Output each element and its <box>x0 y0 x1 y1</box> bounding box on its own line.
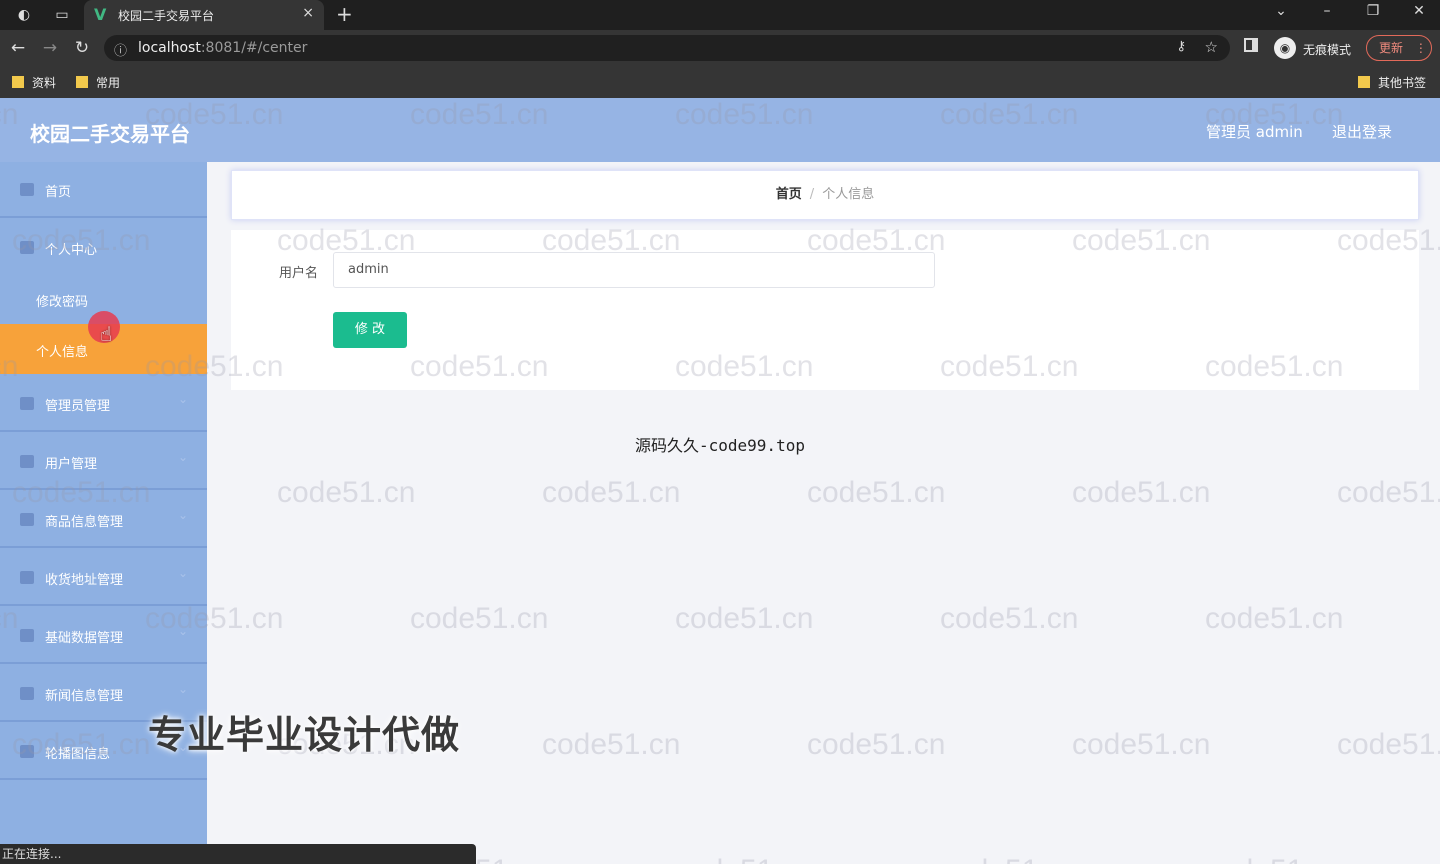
sidebar-item-address-management[interactable]: 收货地址管理 ⌄ <box>0 550 207 606</box>
app-root: 校园二手交易平台 管理员 admin 退出登录 首页 个人中心 修改密码 个人信… <box>0 98 1440 864</box>
browser-tab[interactable]: V 校园二手交易平台 × <box>84 0 324 30</box>
browser-logo-icon[interactable]: ◐ <box>14 5 34 25</box>
side-panel-icon[interactable] <box>1244 38 1258 52</box>
chevron-down-icon: ⌄ <box>178 566 189 580</box>
new-tab-icon[interactable]: + <box>336 2 353 26</box>
back-icon[interactable]: ← <box>6 38 30 58</box>
hand-cursor-icon: ☝ <box>100 322 113 346</box>
bookmark-folder-ziliao[interactable]: 资料 <box>12 74 56 91</box>
username-label: 用户名 <box>279 266 319 281</box>
chevron-down-icon: ⌄ <box>178 450 189 464</box>
chevron-down-icon: ⌄ <box>178 624 189 638</box>
breadcrumb-current: 个人信息 <box>822 187 875 202</box>
vue-favicon-icon: V <box>94 5 107 24</box>
sidebar-item-personal-center[interactable]: 个人中心 <box>0 220 207 276</box>
folder-icon <box>1358 76 1370 88</box>
news-icon <box>20 687 34 700</box>
bookmark-folder-changyong[interactable]: 常用 <box>76 74 120 91</box>
reload-icon[interactable]: ↻ <box>70 38 94 58</box>
tab-list-icon[interactable]: ▭ <box>52 5 72 25</box>
app-header: 校园二手交易平台 管理员 admin 退出登录 <box>0 98 1440 162</box>
folder-icon <box>12 76 24 88</box>
more-menu-icon[interactable]: ⋮ <box>1415 41 1427 55</box>
browser-tabbar: ◐ ▭ V 校园二手交易平台 × + ⌄ – ❐ ✕ <box>0 0 1440 30</box>
home-icon <box>20 183 34 196</box>
folder-icon <box>76 76 88 88</box>
modify-button[interactable]: 修 改 <box>333 312 407 348</box>
sidebar-item-goods-management[interactable]: 商品信息管理 ⌄ <box>0 492 207 548</box>
sidebar-item-user-management[interactable]: 用户管理 ⌄ <box>0 434 207 490</box>
update-button[interactable]: 更新 ⋮ <box>1366 35 1432 61</box>
sidebar-item-home[interactable]: 首页 <box>0 162 207 218</box>
other-bookmarks[interactable]: 其他书签 <box>1358 74 1426 91</box>
data-icon <box>20 629 34 642</box>
profile-form: 用户名 admin 修 改 <box>231 230 1419 390</box>
current-user-label: 管理员 admin <box>1206 123 1303 141</box>
chevron-down-icon: ⌄ <box>178 682 189 696</box>
minimize-icon[interactable]: – <box>1312 3 1342 19</box>
breadcrumb: 首页 / 个人信息 <box>231 170 1419 220</box>
user-icon <box>20 241 34 254</box>
browser-toolbar: ← → ↻ ⓘ localhost:8081/#/center ⚷ ☆ <box>0 30 1440 66</box>
tab-search-icon[interactable]: ⌄ <box>1266 3 1296 19</box>
goods-icon <box>20 513 34 526</box>
address-icon <box>20 571 34 584</box>
logout-link[interactable]: 退出登录 <box>1332 121 1392 142</box>
admin-icon <box>20 397 34 410</box>
tab-title: 校园二手交易平台 <box>118 9 215 23</box>
sidebar-item-basic-data-management[interactable]: 基础数据管理 ⌄ <box>0 608 207 664</box>
app-title: 校园二手交易平台 <box>30 122 190 146</box>
chevron-down-icon: ⌄ <box>178 392 189 406</box>
incognito-label: 无痕模式 <box>1303 43 1352 57</box>
incognito-icon[interactable]: ◉ <box>1274 37 1296 59</box>
close-window-icon[interactable]: ✕ <box>1404 3 1434 19</box>
bookmark-star-icon[interactable]: ☆ <box>1205 38 1218 56</box>
username-input[interactable]: admin <box>333 252 935 288</box>
address-bar[interactable]: ⓘ localhost:8081/#/center ⚷ ☆ <box>104 35 1230 61</box>
site-info-icon[interactable]: ⓘ <box>114 40 127 59</box>
status-bar: 正在连接... <box>0 844 476 864</box>
carousel-icon <box>20 745 34 758</box>
promo-overlay-text: 专业毕业设计代做 <box>148 713 461 757</box>
url-text[interactable]: localhost:8081/#/center <box>138 40 307 56</box>
chevron-down-icon: ⌄ <box>178 508 189 522</box>
restore-icon[interactable]: ❐ <box>1358 3 1388 19</box>
password-key-icon[interactable]: ⚷ <box>1176 39 1186 54</box>
breadcrumb-home[interactable]: 首页 <box>776 187 802 202</box>
forward-icon[interactable]: → <box>38 38 62 58</box>
users-icon <box>20 455 34 468</box>
sidebar-item-admin-management[interactable]: 管理员管理 ⌄ <box>0 376 207 432</box>
tab-close-icon[interactable]: × <box>302 5 314 21</box>
breadcrumb-separator: / <box>809 187 815 202</box>
ad-text: 源码久久-code99.top <box>635 436 805 455</box>
bookmarks-bar: 资料 常用 其他书签 <box>0 66 1440 98</box>
